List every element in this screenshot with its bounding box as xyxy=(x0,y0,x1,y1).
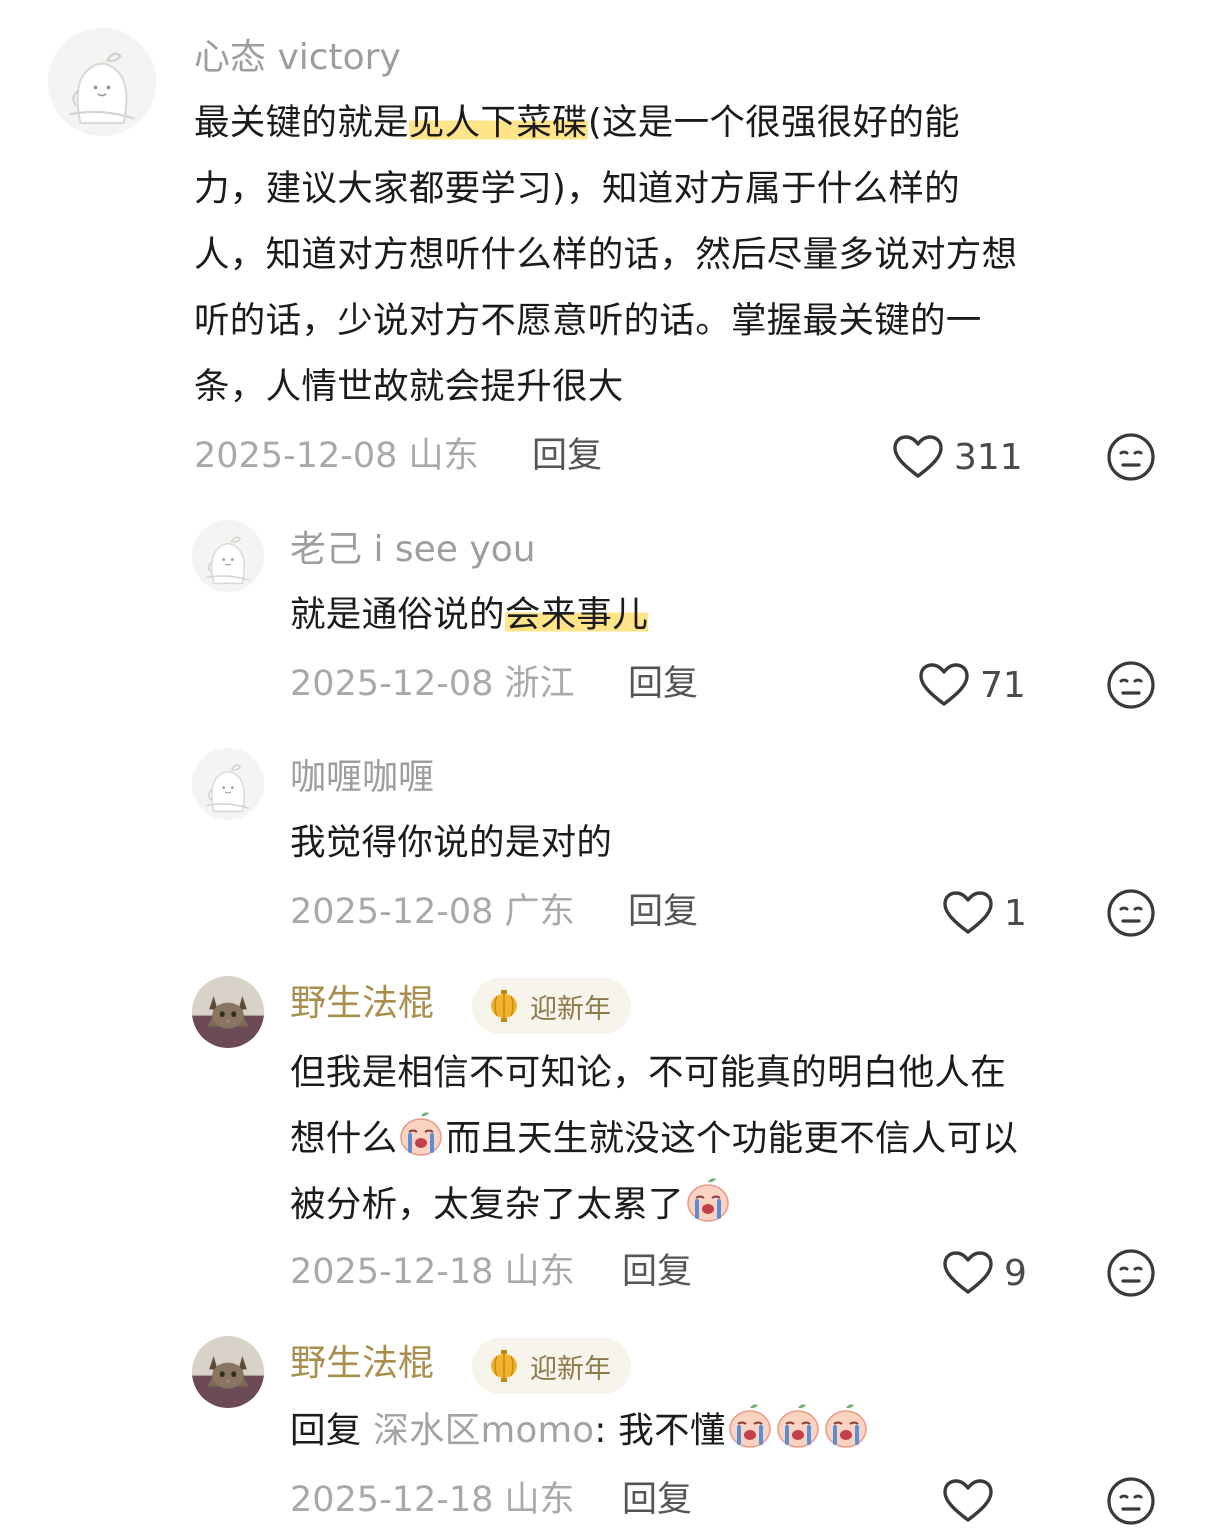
username[interactable]: 咖喱咖喱 xyxy=(290,756,434,800)
comment-date: 2025-12-18 xyxy=(290,1252,494,1292)
comment-location: 山东 xyxy=(504,1480,575,1520)
avatar[interactable] xyxy=(48,28,156,136)
comment-date: 2025-12-18 xyxy=(290,1480,494,1520)
comment-text: 回复 深水区momo: 我不懂 xyxy=(290,1398,870,1464)
comment-text-line: 力，建议大家都要学习)，知道对方属于什么样的 xyxy=(194,168,960,209)
highlighted-phrase: 见人下菜碟 xyxy=(408,102,588,143)
like-count: 71 xyxy=(980,664,1026,706)
heart-outline-icon xyxy=(942,1250,994,1296)
like-button[interactable]: 311 xyxy=(892,434,1023,480)
crying-emoji xyxy=(726,1402,774,1450)
comment-location: 浙江 xyxy=(504,664,575,704)
avatar-image xyxy=(48,28,156,136)
heart-outline-icon xyxy=(942,890,994,936)
new-year-badge: 迎新年 xyxy=(472,978,631,1034)
comment-location: 山东 xyxy=(504,1252,575,1292)
crying-emoji xyxy=(822,1402,870,1450)
heart-outline-icon xyxy=(918,662,970,708)
avatar[interactable] xyxy=(192,976,264,1048)
comment-meta: 2025-12-08 山东 xyxy=(194,434,479,478)
comment-meta: 2025-12-18 山东 xyxy=(290,1250,575,1294)
username[interactable]: 野生法棍 xyxy=(290,1342,434,1386)
comment-text: 就是通俗说的会来事儿 xyxy=(290,594,649,635)
avatar-image xyxy=(192,520,264,592)
avatar[interactable] xyxy=(192,748,264,820)
comment-text-line: 人，知道对方想听什么样的话，然后尽量多说对方想 xyxy=(194,234,1018,275)
comment-date: 2025-12-08 xyxy=(194,436,398,476)
new-year-badge: 迎新年 xyxy=(472,1338,631,1394)
comment-meta: 2025-12-18 山东 xyxy=(290,1478,575,1522)
heart-outline-icon xyxy=(892,434,944,480)
comment-meta: 2025-12-08 广东 xyxy=(290,890,575,934)
meh-face-icon[interactable] xyxy=(1106,1248,1156,1298)
avatar[interactable] xyxy=(192,1336,264,1408)
crying-emoji xyxy=(397,1110,445,1158)
lantern-icon xyxy=(486,988,522,1024)
comment-text-line: 条，人情世故就会提升很大 xyxy=(194,366,624,407)
comment-location: 山东 xyxy=(408,436,479,476)
avatar-image xyxy=(192,976,264,1048)
username[interactable]: 心态 victory xyxy=(194,36,401,80)
lantern-icon xyxy=(486,1348,522,1384)
reply-button[interactable]: 回复 xyxy=(628,890,698,934)
like-button[interactable]: 71 xyxy=(918,662,1026,708)
comment-text-line: 想什么 而且天生就没这个功能更不信人可以 xyxy=(290,1106,1018,1172)
heart-outline-icon xyxy=(942,1478,994,1524)
like-count: 9 xyxy=(1004,1252,1027,1294)
avatar-image xyxy=(192,1336,264,1408)
comment-date: 2025-12-08 xyxy=(290,892,494,932)
crying-emoji xyxy=(774,1402,822,1450)
like-button[interactable]: 1 xyxy=(942,890,1027,936)
crying-emoji xyxy=(684,1176,732,1224)
comment-text-line: 被分析，太复杂了太累了 xyxy=(290,1172,732,1238)
like-count: 1 xyxy=(1004,892,1027,934)
comment-text-line: 听的话，少说对方不愿意听的话。掌握最关键的一 xyxy=(194,300,982,341)
highlighted-phrase: 会来事儿 xyxy=(504,594,649,635)
meh-face-icon[interactable] xyxy=(1106,660,1156,710)
reply-button[interactable]: 回复 xyxy=(622,1478,692,1522)
comment-text-line: 但我是相信不可知论，不可能真的明白他人在 xyxy=(290,1052,1007,1093)
avatar-image xyxy=(192,748,264,820)
avatar[interactable] xyxy=(192,520,264,592)
like-button[interactable]: 9 xyxy=(942,1250,1027,1296)
reply-button[interactable]: 回复 xyxy=(532,434,602,478)
like-button[interactable] xyxy=(942,1478,1004,1524)
reply-button[interactable]: 回复 xyxy=(622,1250,692,1294)
like-count: 311 xyxy=(954,436,1023,478)
meh-face-icon[interactable] xyxy=(1106,432,1156,482)
comment-meta: 2025-12-08 浙江 xyxy=(290,662,575,706)
reply-button[interactable]: 回复 xyxy=(628,662,698,706)
username[interactable]: 野生法棍 xyxy=(290,982,434,1026)
username[interactable]: 老己 i see you xyxy=(290,528,536,572)
meh-face-icon[interactable] xyxy=(1106,1476,1156,1526)
comment-text: 最关键的就是见人下菜碟(这是一个很强很好的能 xyxy=(194,102,960,143)
comment-text: 我觉得你说的是对的 xyxy=(290,822,613,863)
mention-link[interactable]: 深水区momo xyxy=(373,1410,594,1451)
comment-location: 广东 xyxy=(504,892,575,932)
comment-date: 2025-12-08 xyxy=(290,664,494,704)
meh-face-icon[interactable] xyxy=(1106,888,1156,938)
